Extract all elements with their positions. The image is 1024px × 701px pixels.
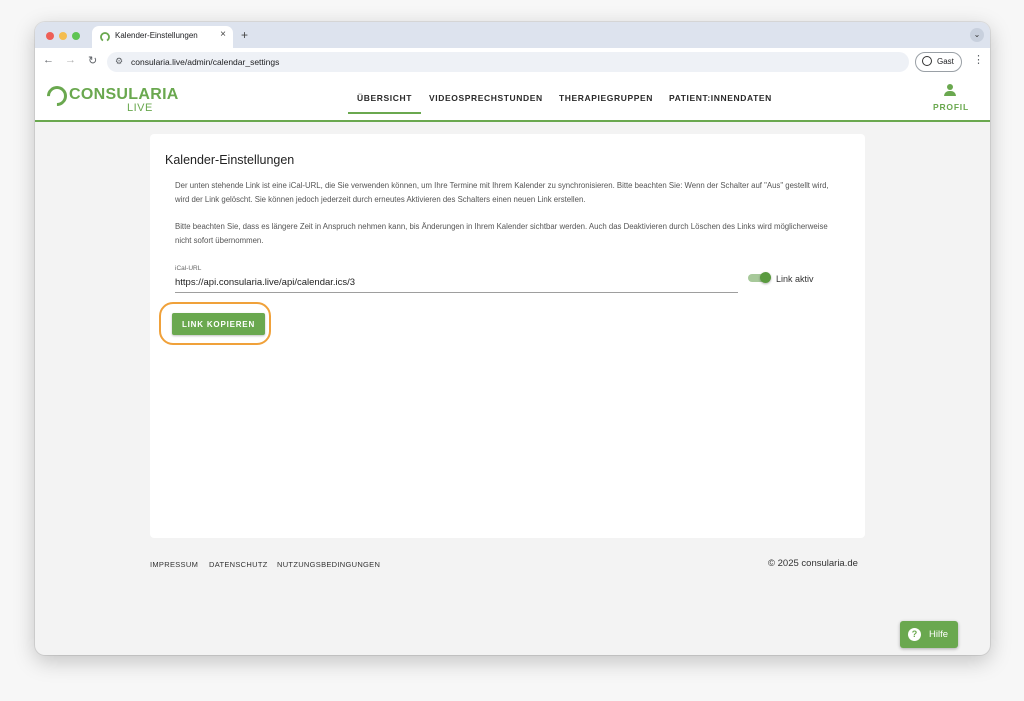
info-paragraph-2: Bitte beachten Sie, dass es längere Zeit… [175, 222, 828, 245]
help-label: Hilfe [929, 629, 949, 640]
profile-label: PROFIL [933, 102, 969, 112]
reload-icon[interactable]: ↻ [88, 54, 97, 67]
profile-button[interactable]: PROFIL [930, 82, 970, 114]
toggle-knob [760, 272, 771, 283]
browser-menu-icon[interactable]: ⋮ [973, 53, 984, 66]
browser-toolbar: ← → ↻ ⚙ consularia.live/admin/calendar_s… [35, 48, 990, 76]
tab-search-button[interactable]: ⌄ [970, 28, 984, 42]
guest-label: Gast [937, 57, 954, 66]
ical-url-field[interactable]: https://api.consularia.live/api/calendar… [175, 276, 738, 293]
maximize-window-button[interactable] [72, 32, 80, 40]
info-paragraph-1: Der unten stehende Link ist eine iCal-UR… [175, 181, 829, 204]
url-text[interactable]: consularia.live/admin/calendar_settings [131, 57, 279, 67]
footer-link-nutzungsbedingungen[interactable]: NUTZUNGSBEDINGUNGEN [277, 560, 380, 569]
guest-profile-button[interactable]: Gast [915, 52, 962, 72]
footer-link-datenschutz[interactable]: DATENSCHUTZ [209, 560, 268, 569]
link-active-label: Link aktiv [776, 274, 814, 284]
copyright-text: © 2025 consularia.de [768, 558, 858, 569]
minimize-window-button[interactable] [59, 32, 67, 40]
browser-tab[interactable]: Kalender-Einstellungen × [92, 26, 233, 48]
footer-link-impressum[interactable]: IMPRESSUM [150, 560, 198, 569]
nav-uebersicht[interactable]: ÜBERSICHT [348, 93, 421, 114]
person-icon [922, 56, 932, 66]
consularia-favicon-icon [100, 32, 110, 42]
new-tab-button[interactable]: + [241, 28, 248, 42]
app-header: CONSULARIA LIVE ÜBERSICHT VIDEOSPRECHSTU… [35, 76, 990, 122]
help-icon: ? [908, 628, 921, 641]
logo-ring-icon [42, 81, 72, 111]
page-title: Kalender-Einstellungen [165, 153, 295, 167]
calendar-settings-card: Kalender-Einstellungen Der unten stehend… [150, 134, 865, 538]
consularia-logo[interactable]: CONSULARIA LIVE [42, 81, 178, 116]
copy-link-button[interactable]: LINK KOPIEREN [172, 313, 265, 335]
tab-title: Kalender-Einstellungen [115, 31, 198, 40]
tab-strip: Kalender-Einstellungen × + ⌄ [35, 22, 990, 48]
logo-sub: LIVE [127, 102, 153, 114]
nav-patientinnendaten[interactable]: PATIENT:INNENDATEN [669, 93, 772, 103]
ical-url-label: iCal-URL [175, 265, 202, 272]
help-button[interactable]: ? Hilfe [900, 621, 958, 648]
profile-icon [944, 84, 956, 96]
browser-window: Kalender-Einstellungen × + ⌄ ← → ↻ ⚙ con… [35, 22, 990, 655]
address-bar[interactable]: ⚙ consularia.live/admin/calendar_setting… [107, 52, 909, 72]
link-active-toggle[interactable] [748, 271, 772, 283]
forward-icon[interactable]: → [65, 54, 76, 66]
nav-videosprechstunden[interactable]: VIDEOSPRECHSTUNDEN [429, 93, 543, 103]
logo-name: CONSULARIA [69, 86, 179, 103]
nav-therapiegruppen[interactable]: THERAPIEGRUPPEN [559, 93, 653, 103]
close-window-button[interactable] [46, 32, 54, 40]
back-icon[interactable]: ← [43, 54, 54, 66]
site-settings-icon[interactable]: ⚙ [115, 56, 123, 67]
tab-close-icon[interactable]: × [220, 29, 226, 40]
